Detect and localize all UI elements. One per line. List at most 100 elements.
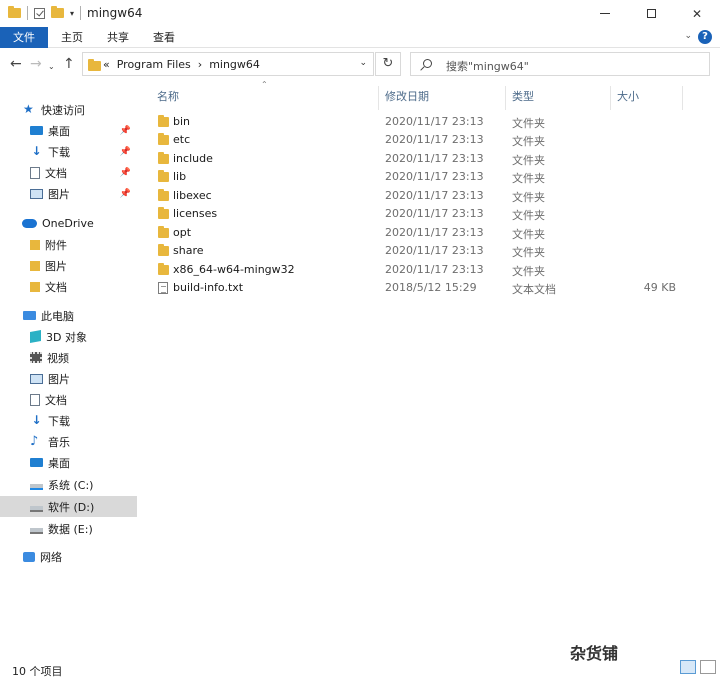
file-row-etc[interactable]: etc 2020/11/17 23:13 文件夹 xyxy=(150,131,690,149)
file-row-opt[interactable]: opt 2020/11/17 23:13 文件夹 xyxy=(150,224,690,242)
large-icons-view-button[interactable] xyxy=(700,660,716,674)
forward-arrow-icon[interactable]: → xyxy=(30,57,42,71)
chevron-down-icon[interactable]: ⌄ xyxy=(684,31,692,41)
sidebar-item-label: 桌面 xyxy=(48,124,70,138)
file-date: 2020/11/17 23:13 xyxy=(385,115,484,128)
chevron-down-icon[interactable]: ⌄ xyxy=(359,58,367,68)
pin-icon[interactable]: 📌 xyxy=(120,126,131,136)
breadcrumb-overflow[interactable]: « xyxy=(103,58,110,71)
sidebar-item-network[interactable]: 网络 xyxy=(0,546,137,567)
folder-icon xyxy=(8,6,21,18)
pin-icon[interactable]: 📌 xyxy=(120,147,131,157)
sidebar-item-label: 视频 xyxy=(47,351,69,365)
sidebar-item-music[interactable]: ♪ 音乐 xyxy=(0,431,137,452)
file-row-licenses[interactable]: licenses 2020/11/17 23:13 文件夹 xyxy=(150,205,690,223)
sidebar-item-attachments[interactable]: 附件 xyxy=(0,234,137,255)
folder-icon xyxy=(30,260,40,271)
column-header-size[interactable]: 大小 xyxy=(617,88,639,108)
pictures-icon xyxy=(30,188,43,199)
column-header-name[interactable]: 名称 xyxy=(157,88,179,108)
file-row-build-info[interactable]: build-info.txt 2018/5/12 15:29 文本文档 49 K… xyxy=(150,279,690,297)
sidebar-item-pc-pictures[interactable]: 图片 xyxy=(0,368,137,389)
sidebar-item-pc-desktop[interactable]: 桌面 xyxy=(0,452,137,473)
sidebar-item-pc-downloads[interactable]: ↓ 下载 xyxy=(0,410,137,431)
tab-file[interactable]: 文件 xyxy=(0,27,48,48)
sidebar-item-pictures[interactable]: 图片 📌 xyxy=(0,183,137,204)
ribbon: 文件 主页 共享 查看 ⌄ ? xyxy=(0,27,720,48)
close-button[interactable]: ✕ xyxy=(674,0,720,27)
pin-icon[interactable]: 📌 xyxy=(120,189,131,199)
sidebar-item-drive-e[interactable]: 数据 (E:) xyxy=(0,518,137,539)
column-divider[interactable] xyxy=(505,86,506,110)
sidebar-item-downloads[interactable]: ↓ 下载 📌 xyxy=(0,141,137,162)
refresh-button[interactable]: ↻ xyxy=(375,52,401,76)
column-divider[interactable] xyxy=(610,86,611,110)
recent-dropdown-icon[interactable]: ⌄ xyxy=(48,60,55,74)
search-input[interactable]: 搜索"mingw64" xyxy=(446,58,529,74)
sidebar-item-onedrive-pictures[interactable]: 图片 xyxy=(0,255,137,276)
navigation-pane: ★ 快速访问 桌面 📌 ↓ 下载 📌 文档 📌 图片 📌 OneDrive 附件… xyxy=(0,94,140,654)
back-arrow-icon[interactable]: ← xyxy=(10,57,22,71)
help-icon[interactable]: ? xyxy=(698,30,712,44)
search-box[interactable]: 搜索"mingw64" xyxy=(410,52,710,76)
file-name: x86_64-w64-mingw32 xyxy=(173,263,295,276)
up-arrow-icon[interactable]: ↑ xyxy=(63,57,75,71)
file-type: 文件夹 xyxy=(512,172,545,185)
sidebar-item-label: 图片 xyxy=(48,187,70,201)
file-date: 2020/11/17 23:13 xyxy=(385,226,484,239)
new-folder-icon[interactable] xyxy=(51,6,64,18)
address-bar[interactable]: « Program Files › mingw64 ⌄ xyxy=(82,52,374,76)
file-name: bin xyxy=(173,115,191,128)
file-row-include[interactable]: include 2020/11/17 23:13 文件夹 xyxy=(150,150,690,168)
folder-icon xyxy=(158,170,169,182)
file-size: 49 KB xyxy=(643,281,676,294)
sidebar-item-pc-documents[interactable]: 文档 xyxy=(0,389,137,410)
item-count: 10 个项目 xyxy=(12,665,63,678)
breadcrumb-program-files[interactable]: Program Files xyxy=(117,58,191,71)
column-header-type[interactable]: 类型 xyxy=(512,88,534,108)
sidebar-item-videos[interactable]: 视频 xyxy=(0,347,137,368)
sidebar-item-onedrive[interactable]: OneDrive xyxy=(0,213,137,234)
sidebar-item-3d-objects[interactable]: 3D 对象 xyxy=(0,326,137,347)
minimize-button[interactable] xyxy=(582,0,628,27)
pin-icon[interactable]: 📌 xyxy=(120,168,131,178)
sidebar-item-onedrive-documents[interactable]: 文档 xyxy=(0,276,137,297)
tab-share[interactable]: 共享 xyxy=(96,27,140,48)
file-row-libexec[interactable]: libexec 2020/11/17 23:13 文件夹 xyxy=(150,187,690,205)
divider xyxy=(80,6,82,20)
file-row-x86-64-w64-mingw32[interactable]: x86_64-w64-mingw32 2020/11/17 23:13 文件夹 xyxy=(150,261,690,279)
file-name: share xyxy=(173,244,204,257)
sidebar-item-drive-d[interactable]: 软件 (D:) xyxy=(0,496,137,517)
column-divider[interactable] xyxy=(682,86,683,110)
file-row-lib[interactable]: lib 2020/11/17 23:13 文件夹 xyxy=(150,168,690,186)
sidebar-item-label: 图片 xyxy=(45,259,67,273)
file-row-bin[interactable]: bin 2020/11/17 23:13 文件夹 xyxy=(150,113,690,131)
details-view-button[interactable] xyxy=(680,660,696,674)
file-date: 2018/5/12 15:29 xyxy=(385,281,477,294)
breadcrumb-mingw64[interactable]: mingw64 xyxy=(209,58,260,71)
customize-dropdown-icon[interactable]: ▾ xyxy=(70,9,74,18)
sidebar-item-documents[interactable]: 文档 📌 xyxy=(0,162,137,183)
column-header-date[interactable]: 修改日期 xyxy=(385,88,429,108)
sidebar-item-desktop[interactable]: 桌面 📌 xyxy=(0,120,137,141)
file-name: libexec xyxy=(173,189,212,202)
text-file-icon xyxy=(158,282,168,294)
file-name: lib xyxy=(173,170,187,183)
column-divider[interactable] xyxy=(378,86,379,110)
sidebar-item-quick-access[interactable]: ★ 快速访问 xyxy=(0,99,137,120)
drive-icon xyxy=(30,505,43,512)
breadcrumb-separator[interactable]: › xyxy=(198,58,202,71)
document-icon xyxy=(30,166,40,179)
folder-icon xyxy=(158,207,169,219)
tab-home[interactable]: 主页 xyxy=(48,27,96,48)
divider xyxy=(27,6,28,20)
window-title: mingw64 xyxy=(87,6,143,20)
sidebar-item-drive-c[interactable]: 系统 (C:) xyxy=(0,474,137,495)
maximize-button[interactable] xyxy=(628,0,674,27)
sidebar-item-label: 下载 xyxy=(48,145,70,159)
sort-ascending-icon: ⌃ xyxy=(261,80,268,89)
sidebar-item-this-pc[interactable]: 此电脑 xyxy=(0,305,137,326)
file-row-share[interactable]: share 2020/11/17 23:13 文件夹 xyxy=(150,242,690,260)
properties-icon[interactable] xyxy=(34,7,45,19)
tab-view[interactable]: 查看 xyxy=(142,27,186,48)
